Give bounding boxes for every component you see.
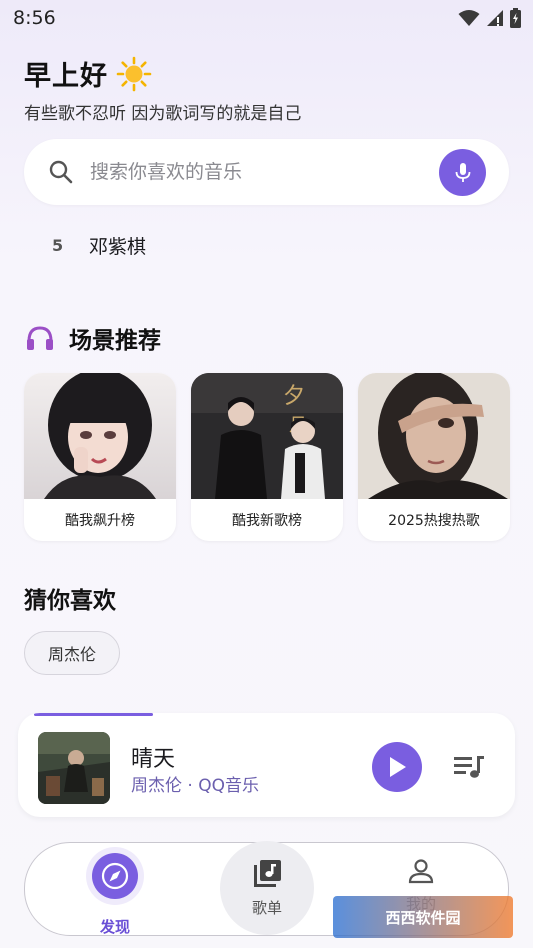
- playback-progress[interactable]: [18, 713, 515, 716]
- svg-text:夕: 夕: [283, 384, 305, 409]
- playback-progress-fill: [34, 713, 154, 716]
- scene-card-cover: 夕 月: [191, 373, 343, 499]
- hot-search-item[interactable]: 5 邓紫棋: [52, 232, 146, 259]
- watermark: 西西软件园: [333, 896, 513, 938]
- greeting: 早上好: [24, 54, 152, 93]
- album-cover: [38, 732, 110, 804]
- hot-search-rank: 5: [52, 236, 64, 255]
- scene-card[interactable]: 夕 月 酷我新歌榜: [191, 373, 343, 541]
- voice-search-button[interactable]: [439, 149, 486, 196]
- nav-item-discover[interactable]: 发现: [88, 853, 142, 937]
- status-bar: 8:56: [0, 0, 533, 36]
- scene-card-label: 酷我新歌榜: [232, 513, 302, 529]
- scene-card-label: 2025热搜热歌: [388, 513, 480, 529]
- play-icon: [390, 757, 406, 777]
- person-icon: [408, 859, 434, 884]
- battery-icon: [510, 8, 521, 28]
- queue-icon[interactable]: [452, 752, 486, 782]
- search-icon: [49, 160, 73, 184]
- scene-card-row: 酷我飙升榜 夕 月 酷我新歌榜: [24, 373, 510, 541]
- music-library-icon: [254, 859, 281, 887]
- search-bar[interactable]: [24, 139, 509, 205]
- scene-section-title: 场景推荐: [69, 328, 161, 354]
- nav-label-playlist: 歌单: [251, 898, 282, 917]
- greeting-title: 早上好: [24, 61, 108, 92]
- greeting-subtitle: 有些歌不忍听 因为歌词写的就是自己: [24, 104, 302, 124]
- guess-section-title: 猜你喜欢: [24, 588, 116, 614]
- scene-card[interactable]: 2025热搜热歌: [358, 373, 510, 541]
- scene-section-header: 场景推荐: [25, 321, 161, 355]
- scene-card-cover: [24, 373, 176, 499]
- scene-card[interactable]: 酷我飙升榜: [24, 373, 176, 541]
- scene-card-cover: [358, 373, 510, 499]
- artist-chip[interactable]: 周杰伦: [24, 631, 121, 675]
- nav-item-playlist[interactable]: 歌单: [220, 841, 314, 935]
- signal-icon: [487, 10, 503, 26]
- nav-label-discover: 发现: [99, 918, 130, 936]
- play-button[interactable]: [372, 742, 422, 792]
- search-input[interactable]: [90, 161, 485, 183]
- hot-search-label: 邓紫棋: [89, 236, 147, 258]
- status-icons: [458, 8, 521, 28]
- scene-card-label: 酷我飙升榜: [65, 513, 135, 529]
- song-title: 晴天: [131, 747, 176, 772]
- sun-icon: [116, 56, 152, 91]
- compass-icon: [92, 853, 138, 899]
- mic-icon: [455, 162, 470, 182]
- status-time: 8:56: [13, 7, 56, 29]
- app-screen: 8:56 早上好 有些歌不忍听 因为歌词写的就是自己 搜索你喜欢的音乐 5 邓紫…: [0, 0, 533, 948]
- mini-player[interactable]: 晴天 周杰伦 · QQ音乐: [18, 713, 515, 817]
- wifi-icon: [458, 10, 480, 26]
- song-artist-source: 周杰伦 · QQ音乐: [131, 776, 259, 796]
- headphones-icon: [27, 326, 53, 350]
